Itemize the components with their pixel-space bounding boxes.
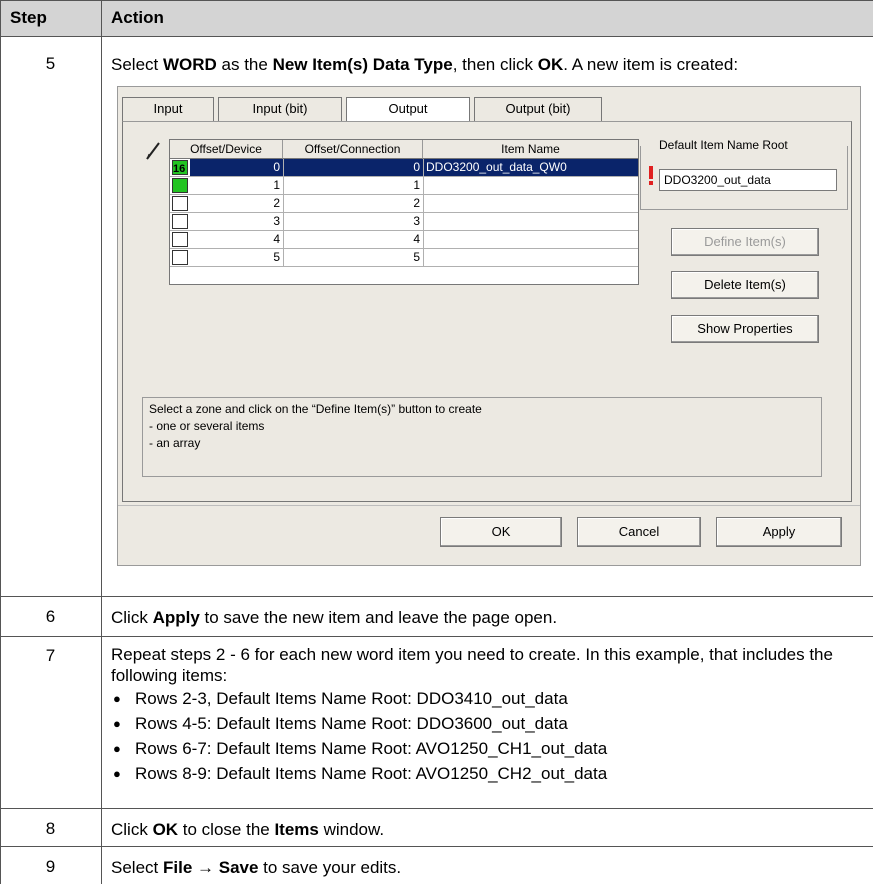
column-divider [423, 177, 424, 195]
column-header-connection: Offset/Connection [283, 140, 423, 159]
table-row[interactable]: 11 [170, 177, 638, 195]
pencil-icon [144, 141, 162, 161]
row-checkbox[interactable] [172, 214, 188, 229]
cell-offset-device: 1 [273, 178, 280, 192]
list-item: Rows 2-3, Default Items Name Root: DDO34… [111, 688, 871, 709]
step-number: 5 [45, 54, 56, 73]
tab-output-bit[interactable]: Output (bit) [474, 97, 602, 121]
column-divider [283, 195, 284, 213]
cell-offset-device: 5 [273, 250, 280, 264]
step8-instruction: Click OK to close the Items window. [111, 820, 385, 839]
cell-offset-connection: 3 [413, 214, 420, 228]
step7-list: Rows 2-3, Default Items Name Root: DDO34… [111, 688, 871, 784]
show-properties-button[interactable]: Show Properties [671, 315, 819, 343]
table-row[interactable]: 33 [170, 213, 638, 231]
help-line: Select a zone and click on the “Define I… [149, 402, 482, 416]
footer-separator [118, 505, 860, 506]
cell-offset-device: 2 [273, 196, 280, 210]
grid-body: 16 0 0 DDO3200_out_data_QW0 1 1 2 2 3 3 4 4 5 5 [170, 159, 638, 271]
column-divider [283, 249, 284, 267]
list-item: Rows 6-7: Default Items Name Root: AVO12… [111, 738, 871, 759]
step7-instruction: Repeat steps 2 - 6 for each new word ite… [111, 644, 871, 784]
table-row[interactable]: 55 [170, 249, 638, 267]
name-root-input[interactable] [659, 169, 837, 191]
column-divider [423, 249, 424, 267]
cell-offset-connection: 4 [413, 232, 420, 246]
list-item: Rows 4-5: Default Items Name Root: DDO36… [111, 713, 871, 734]
help-line: - an array [149, 436, 201, 450]
apply-button[interactable]: Apply [716, 517, 842, 547]
items-dialog: Input Input (bit) Output Output (bit) Of… [117, 86, 861, 566]
step7-intro: Repeat steps 2 - 6 for each new word ite… [111, 645, 833, 685]
row-checkbox[interactable] [172, 196, 188, 211]
cell-offset-connection: 0 [283, 159, 423, 176]
column-divider [423, 195, 424, 213]
column-divider [283, 213, 284, 231]
column-divider [283, 159, 284, 177]
tab-bar: Input Input (bit) Output Output (bit) [122, 97, 722, 122]
define-items-button[interactable]: Define Item(s) [671, 228, 819, 256]
cell-item-name [423, 177, 638, 194]
column-header-name: Item Name [423, 140, 638, 159]
cancel-button[interactable]: Cancel [577, 517, 701, 547]
cell-item-name [423, 231, 638, 248]
tab-output[interactable]: Output [346, 97, 470, 122]
row-badge: 16 [173, 163, 186, 175]
table-row[interactable]: 22 [170, 195, 638, 213]
cell-offset-device: 0 [190, 159, 283, 176]
step-number: 8 [45, 819, 56, 838]
column-divider [283, 231, 284, 249]
table-row[interactable]: 16 0 0 DDO3200_out_data_QW0 [170, 159, 638, 177]
header-action: Action [111, 8, 164, 27]
help-line: - one or several items [149, 419, 265, 433]
tab-input-bit[interactable]: Input (bit) [218, 97, 342, 121]
tab-input[interactable]: Input [122, 97, 214, 121]
table-row[interactable]: 44 [170, 231, 638, 249]
list-item: Rows 8-9: Default Items Name Root: AVO12… [111, 763, 871, 784]
ok-button[interactable]: OK [440, 517, 562, 547]
step-number: 7 [45, 646, 56, 665]
column-divider [423, 231, 424, 249]
step-number: 9 [45, 857, 56, 876]
row-checkbox[interactable]: 16 [172, 160, 188, 175]
step5-instruction: Select WORD as the New Item(s) Data Type… [111, 55, 739, 74]
row-checkbox[interactable] [172, 178, 188, 193]
column-divider [423, 213, 424, 231]
cell-offset-device: 4 [273, 232, 280, 246]
column-divider [423, 159, 424, 177]
cell-item-name [423, 249, 638, 266]
cell-offset-connection: 1 [413, 178, 420, 192]
column-header-device: Offset/Device [170, 140, 283, 159]
step-number: 6 [45, 607, 56, 626]
cell-item-name: DDO3200_out_data_QW0 [423, 159, 638, 176]
cell-offset-connection: 2 [413, 196, 420, 210]
row-checkbox[interactable] [172, 232, 188, 247]
row-checkbox[interactable] [172, 250, 188, 265]
column-divider [283, 177, 284, 195]
step9-instruction: Select File → Save to save your edits. [111, 858, 402, 877]
warning-icon [649, 166, 654, 186]
cell-item-name [423, 195, 638, 212]
delete-items-button[interactable]: Delete Item(s) [671, 271, 819, 299]
cell-offset-device: 3 [273, 214, 280, 228]
cell-item-name [423, 213, 638, 230]
cell-offset-connection: 5 [413, 250, 420, 264]
name-root-label: Default Item Name Root [655, 138, 792, 152]
step6-instruction: Click Apply to save the new item and lea… [111, 608, 558, 627]
help-text-box: Select a zone and click on the “Define I… [142, 397, 822, 477]
header-step: Step [10, 8, 47, 27]
items-grid[interactable]: Offset/Device Offset/Connection Item Nam… [169, 139, 639, 285]
